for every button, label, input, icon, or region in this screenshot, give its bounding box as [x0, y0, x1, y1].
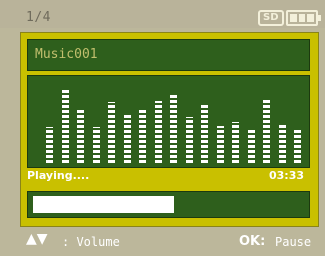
pause-hint: Pause — [275, 235, 312, 249]
battery-icon — [286, 10, 321, 26]
visualizer-bar — [294, 129, 301, 163]
visualizer-bar — [279, 123, 286, 163]
track-title: Music001 — [35, 47, 98, 62]
visualizer-bar — [201, 105, 208, 163]
progress-fill — [33, 196, 174, 213]
visualizer-bar — [124, 114, 131, 163]
sd-card-icon: SD — [258, 10, 284, 26]
visualizer-bar — [77, 108, 84, 163]
up-down-arrows-icon: ▲▼ — [26, 231, 48, 247]
playback-status-row: Playing.... 03:33 — [27, 168, 308, 186]
status-bar: 1/4 SD — [0, 0, 325, 28]
visualizer-bar — [93, 127, 100, 163]
visualizer-bar — [186, 117, 193, 163]
volume-hint: : Volume — [62, 235, 120, 249]
visualizer-bar — [263, 100, 270, 163]
control-hints: ▲▼ : Volume OK: Pause — [0, 228, 325, 256]
page-indicator: 1/4 — [26, 10, 51, 25]
visualizer-bar — [155, 101, 162, 163]
playback-time: 03:33 — [268, 169, 304, 182]
visualizer-bar — [139, 108, 146, 163]
ok-key-label: OK: — [239, 234, 266, 249]
visualizer-bar — [248, 128, 255, 163]
visualizer-bar — [170, 95, 177, 163]
player-panel: Music001 Playing.... 03:33 — [20, 32, 319, 227]
track-title-bar: Music001 — [27, 39, 310, 71]
visualizer-bar — [108, 102, 115, 163]
progress-bar[interactable] — [27, 191, 310, 218]
visualizer-bar — [62, 88, 69, 163]
visualizer-bar — [46, 127, 53, 163]
playback-status: Playing.... — [27, 169, 90, 182]
music-player-screen: 1/4 SD Music001 Playing.... 03:33 ▲▼ : V… — [0, 0, 325, 256]
visualizer-bar — [232, 122, 239, 163]
visualizer-bar — [217, 126, 224, 163]
audio-visualizer — [27, 75, 310, 168]
